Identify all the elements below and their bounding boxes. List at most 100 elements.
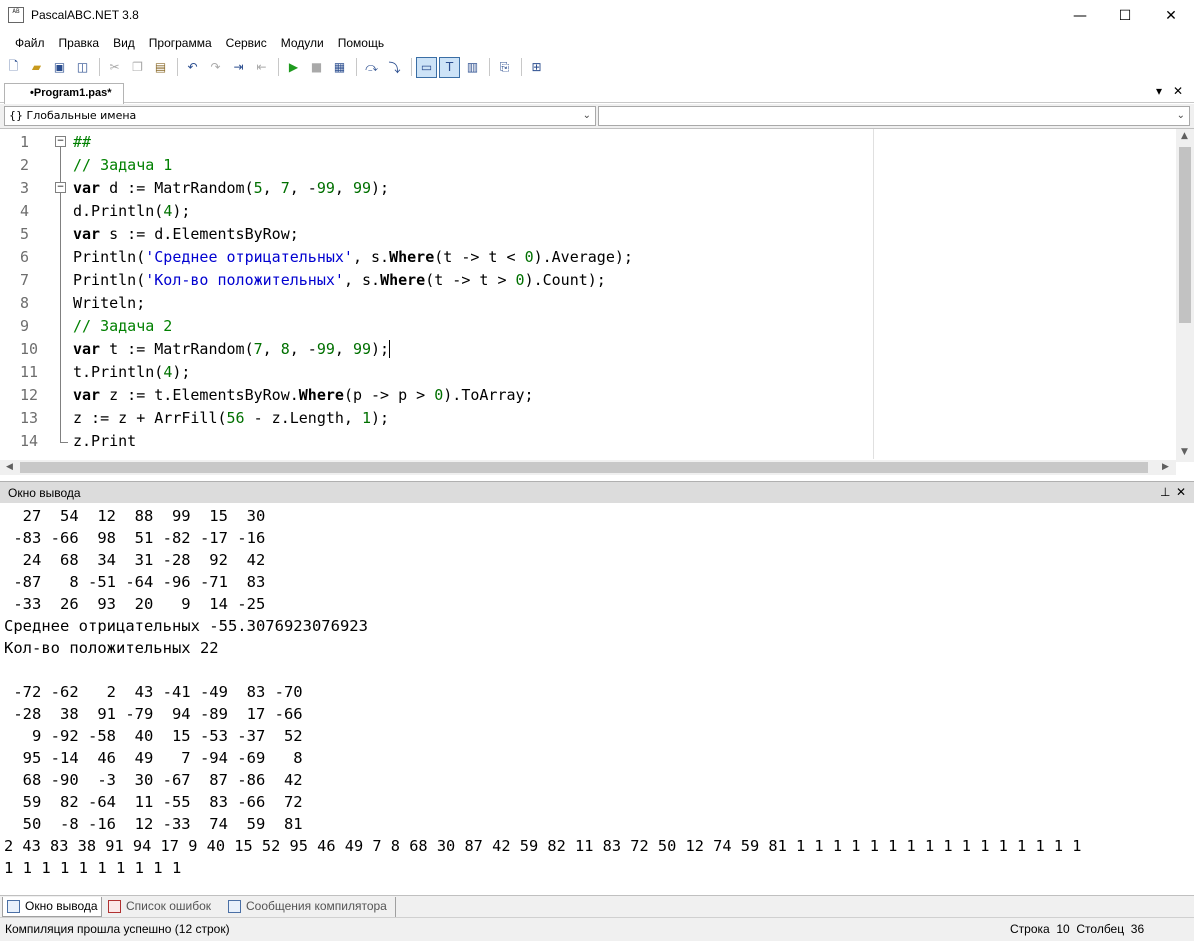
tab-close-icon[interactable]: ✕	[1173, 84, 1183, 98]
pin-icon[interactable]: ⊥	[1160, 485, 1170, 499]
format-icon[interactable]: ⎘	[494, 57, 515, 78]
line-number-gutter: 1 2 3 4 5 6 7 8 9 10 11 12 13 14	[0, 129, 52, 462]
output-panel-title: Окно вывода	[8, 486, 81, 500]
minimize-button[interactable]: —	[1057, 0, 1103, 31]
line-number: 11	[20, 363, 39, 381]
code-line: var s := d.ElementsByRow;	[73, 225, 299, 243]
code-line: Println('Среднее отрицательных', s.Where…	[73, 248, 633, 266]
output-line: -83 -66 98 51 -82 -17 -16	[4, 529, 266, 547]
save-icon[interactable]: ▣	[49, 57, 70, 78]
chevron-down-icon: ⌄	[582, 110, 591, 121]
toolbar-separator	[278, 58, 279, 76]
scroll-left-icon[interactable]: ◀	[6, 462, 13, 472]
output-line: 1 1 1 1 1 1 1 1 1 1	[4, 859, 182, 877]
menu-file[interactable]: Файл	[0, 33, 52, 53]
toolbar: 🗋 ▰ ▣ ◫ ✂ ❐ ▤ ↶ ↷ ⇥ ⇤ ▶ ■ ▦ ⤼ ⤵ ▭ T ▥ ⎘ …	[0, 55, 1194, 79]
tab-error-list[interactable]: Список ошибок	[104, 897, 220, 917]
close-button[interactable]: ✕	[1148, 0, 1194, 31]
line-number: 4	[20, 202, 30, 220]
line-number: 1	[20, 133, 30, 151]
save-all-icon[interactable]: ◫	[72, 57, 93, 78]
code-line: Writeln;	[73, 294, 146, 312]
member-combo[interactable]: ⌄	[598, 106, 1190, 126]
navigation-bar: {} Глобальные имена ⌄ ⌄	[0, 104, 1194, 128]
code-line: var d := MatrRandom(5, 7, -99, 99);	[73, 179, 390, 197]
compile-icon[interactable]: ▦	[329, 57, 350, 78]
output-line: Среднее отрицательных -55.3076923076923	[4, 617, 368, 635]
editor-vertical-scrollbar[interactable]: ▲ ▼	[1176, 129, 1194, 462]
title-bar: AB PascalABC.NET 3.8 — ☐ ✕	[0, 0, 1194, 31]
code-editor[interactable]: 1 2 3 4 5 6 7 8 9 10 11 12 13 14 − − ## …	[0, 128, 1194, 462]
toolbar-separator	[356, 58, 357, 76]
scroll-up-icon[interactable]: ▲	[1181, 131, 1188, 141]
output-line: 50 -8 -16 12 -33 74 59 81	[4, 815, 303, 833]
step-over-icon[interactable]: ⤼	[361, 57, 382, 78]
code-line: // Задача 1	[73, 156, 173, 174]
toolbar-separator	[99, 58, 100, 76]
output-line: Кол-во положительных 22	[4, 639, 219, 657]
output-line: 9 -92 -58 40 15 -53 -37 52	[4, 727, 303, 745]
menu-view[interactable]: Вид	[106, 33, 142, 53]
line-number: 8	[20, 294, 30, 312]
editor-horizontal-scrollbar[interactable]: ◀ ▶	[0, 460, 1176, 475]
copy-icon[interactable]: ❐	[127, 57, 148, 78]
scope-combo-value: {} Глобальные имена	[9, 109, 137, 122]
tab-program1[interactable]: •Program1.pas*	[4, 83, 124, 104]
paste-icon[interactable]: ▤	[150, 57, 171, 78]
fold-toggle-icon[interactable]: −	[55, 136, 66, 147]
toolbar-separator	[411, 58, 412, 76]
scrollbar-thumb[interactable]	[1179, 147, 1191, 323]
tab-output-window[interactable]: Окно вывода	[2, 897, 102, 917]
undo-icon[interactable]: ↶	[182, 57, 203, 78]
grid-icon[interactable]: ▥	[462, 57, 483, 78]
stop-icon[interactable]: ■	[306, 57, 327, 78]
tab-dropdown-icon[interactable]: ▾	[1156, 84, 1162, 98]
maximize-button[interactable]: ☐	[1102, 0, 1148, 31]
menu-modules[interactable]: Модули	[274, 33, 331, 53]
cut-icon[interactable]: ✂	[104, 57, 125, 78]
console-icon[interactable]: ▭	[416, 56, 437, 78]
menu-program[interactable]: Программа	[142, 33, 219, 53]
run-icon[interactable]: ▶	[283, 57, 304, 78]
redo-icon[interactable]: ↷	[205, 57, 226, 78]
status-message: Компиляция прошла успешно (12 строк)	[5, 922, 230, 936]
tab-compiler-messages[interactable]: Сообщения компилятора	[224, 897, 396, 917]
fold-toggle-icon[interactable]: −	[55, 182, 66, 193]
debug-icon[interactable]: ⊞	[526, 57, 547, 78]
outdent-icon[interactable]: ⇤	[251, 57, 272, 78]
right-margin-ruler	[873, 129, 874, 459]
code-line: // Задача 2	[73, 317, 173, 335]
step-into-icon[interactable]: ⤵	[384, 57, 405, 78]
bottom-panel-tabs: Окно вывода Список ошибок Сообщения комп…	[0, 895, 1194, 917]
scrollbar-thumb[interactable]	[20, 462, 1148, 473]
menu-help[interactable]: Помощь	[331, 33, 391, 53]
menu-service[interactable]: Сервис	[219, 33, 274, 53]
line-number: 2	[20, 156, 30, 174]
scroll-down-icon[interactable]: ▼	[1181, 447, 1188, 457]
indent-icon[interactable]: ⇥	[228, 57, 249, 78]
scroll-right-icon[interactable]: ▶	[1162, 462, 1169, 472]
code-line: d.Println(4);	[73, 202, 191, 220]
output-text[interactable]: 27 54 12 88 99 15 30 -83 -66 98 51 -82 -…	[0, 504, 1194, 895]
output-line: 68 -90 -3 30 -67 87 -86 42	[4, 771, 303, 789]
line-number: 14	[20, 432, 39, 450]
close-icon[interactable]: ✕	[1176, 485, 1186, 499]
fold-guide-end	[60, 442, 68, 443]
chevron-down-icon: ⌄	[1176, 110, 1185, 121]
toolbar-separator	[177, 58, 178, 76]
output-panel-header: Окно вывода ⊥ ✕	[0, 481, 1194, 503]
new-file-icon[interactable]: 🗋	[3, 57, 24, 78]
menu-edit[interactable]: Правка	[52, 33, 107, 53]
line-number: 5	[20, 225, 30, 243]
scope-combo[interactable]: {} Глобальные имена ⌄	[4, 106, 596, 126]
open-folder-icon[interactable]: ▰	[26, 57, 47, 78]
cursor-position: Строка 10 Столбец 36	[1010, 922, 1145, 936]
text-icon[interactable]: T	[439, 56, 460, 78]
menu-bar: Файл Правка Вид Программа Сервис Модули …	[0, 33, 1194, 53]
code-line: t.Println(4);	[73, 363, 191, 381]
line-number: 6	[20, 248, 30, 266]
line-number: 7	[20, 271, 30, 289]
editor-tabstrip: •Program1.pas*	[0, 81, 1194, 104]
error-list-icon	[108, 900, 121, 913]
line-number: 10	[20, 340, 39, 358]
